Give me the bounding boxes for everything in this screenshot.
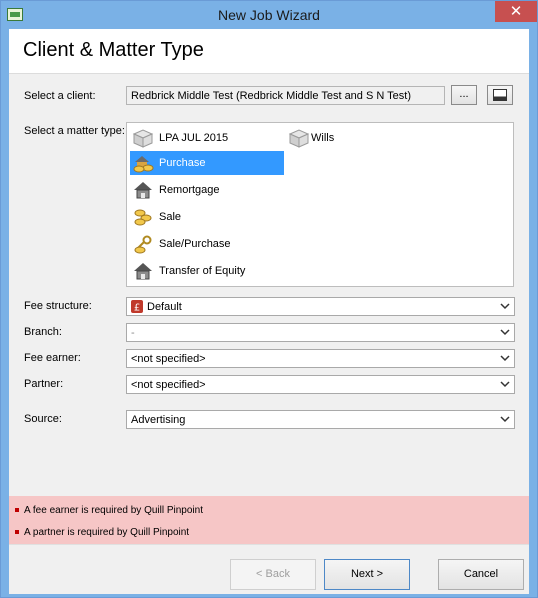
box-icon [288,129,310,148]
client-value: Redbrick Middle Test (Redbrick Middle Te… [131,90,412,102]
wizard-header: Client & Matter Type [9,29,529,74]
chevron-down-icon [500,416,510,423]
matter-item-label: Sale/Purchase [159,238,231,250]
partner-value: <not specified> [131,379,206,391]
coins-icon [134,209,152,226]
matter-item-label: Wills [311,132,335,144]
matter-type-label: Select a matter type: [24,125,125,137]
matter-type-list[interactable]: LPA JUL 2015 Wills Purchase Remortgage S… [126,122,514,287]
branch-select[interactable]: - [126,323,515,342]
house-icon [134,263,152,280]
client-label: Select a client: [24,90,96,102]
house-coins-icon [133,156,154,173]
fee-structure-select[interactable]: £ Default [126,297,515,316]
svg-text:£: £ [134,303,140,314]
validation-errors-panel: A fee earner is required by Quill Pinpoi… [9,496,529,544]
list-item[interactable]: Transfer of Equity [130,259,284,283]
partner-label: Partner: [24,378,64,390]
close-button[interactable]: ✕ [495,1,537,22]
error-bullet-icon [15,508,19,513]
window-title: New Job Wizard [218,7,320,23]
list-item[interactable]: LPA JUL 2015 [130,126,284,150]
chevron-down-icon [500,329,510,336]
chevron-down-icon [500,381,510,388]
next-button[interactable]: Next > [324,559,410,590]
chevron-down-icon [500,355,510,362]
fee-earner-value: <not specified> [131,353,206,365]
page-title: Client & Matter Type [23,39,204,61]
branch-label: Branch: [24,326,62,338]
new-job-wizard-window: New Job Wizard ✕ Client & Matter Type Se… [0,0,538,598]
client-details-button[interactable] [487,85,513,105]
footer-divider [9,544,529,545]
error-message: A fee earner is required by Quill Pinpoi… [15,505,203,516]
house-icon [134,182,152,199]
title-bar: New Job Wizard ✕ [1,1,537,29]
fee-structure-value: Default [147,301,182,313]
matter-item-label: Sale [159,211,182,223]
source-value: Advertising [131,414,186,426]
source-label: Source: [24,413,62,425]
error-text: A partner is required by Quill Pinpoint [24,527,190,538]
partner-select[interactable]: <not specified> [126,375,515,394]
fee-earner-select[interactable]: <not specified> [126,349,515,368]
list-item[interactable]: Remortgage [130,178,284,202]
error-message: A partner is required by Quill Pinpoint [15,527,189,538]
matter-item-label: LPA JUL 2015 [159,132,229,144]
matter-item-label: Transfer of Equity [159,265,246,277]
chevron-down-icon [500,303,510,310]
window-icon [493,89,507,101]
back-button[interactable]: < Back [230,559,316,590]
list-item[interactable]: Wills [286,126,376,150]
error-bullet-icon [15,530,19,535]
wizard-body: Client & Matter Type Select a client: Re… [9,29,529,594]
box-icon [132,129,154,148]
key-coins-icon [134,235,152,254]
fee-structure-label: Fee structure: [24,300,92,312]
list-item[interactable]: Purchase [130,151,284,175]
matter-item-label: Purchase [159,157,206,169]
branch-value: - [131,327,135,339]
list-item[interactable]: Sale [130,205,284,229]
pound-icon: £ [131,300,143,313]
fee-earner-label: Fee earner: [24,352,81,364]
error-text: A fee earner is required by Quill Pinpoi… [24,505,203,516]
client-field: Redbrick Middle Test (Redbrick Middle Te… [126,86,445,105]
browse-client-button[interactable]: ... [451,85,477,105]
list-item[interactable]: Sale/Purchase [130,232,284,256]
matter-item-label: Remortgage [159,184,220,196]
source-select[interactable]: Advertising [126,410,515,429]
cancel-button[interactable]: Cancel [438,559,524,590]
